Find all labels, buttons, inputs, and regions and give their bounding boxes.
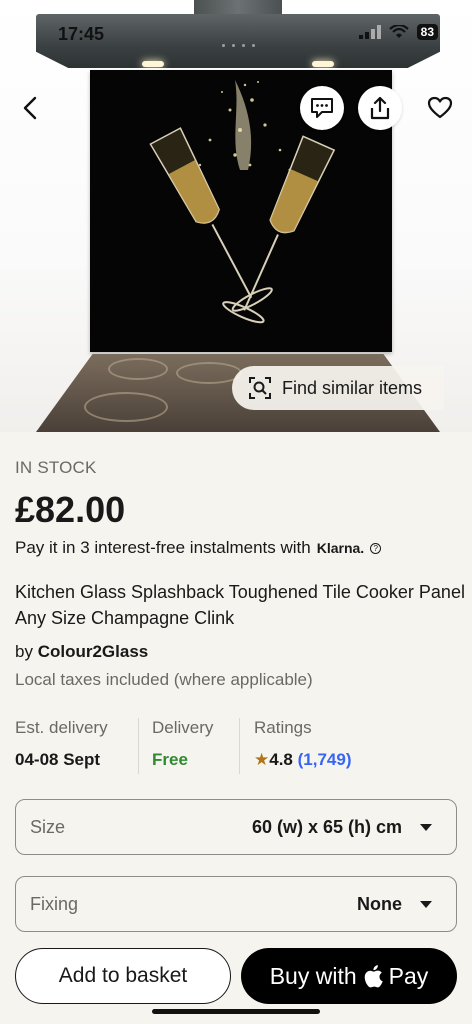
message-seller-button[interactable] [300, 86, 344, 130]
hood-light [312, 61, 334, 67]
fixing-select[interactable]: Fixing None [15, 876, 457, 932]
rating-score: 4.8 [269, 750, 293, 769]
find-similar-label: Find similar items [282, 377, 423, 398]
meta-divider [239, 718, 240, 774]
seller-name[interactable]: Colour2Glass [38, 642, 149, 661]
delivery-label: Delivery [152, 718, 214, 737]
hob-ring [108, 358, 168, 380]
find-similar-button[interactable]: Find similar items [232, 366, 444, 410]
question-icon[interactable]: ? [370, 542, 382, 554]
fixing-label: Fixing [30, 893, 79, 914]
size-select[interactable]: Size 60 (w) x 65 (h) cm [15, 799, 457, 855]
share-icon [370, 96, 390, 120]
size-label: Size [30, 816, 66, 837]
hood-light [142, 61, 164, 67]
estimated-delivery: Est. delivery 04-08 Sept [15, 718, 108, 770]
meta-divider [138, 718, 139, 774]
add-to-basket-button[interactable]: Add to basket [15, 948, 231, 1004]
home-indicator [152, 1009, 320, 1014]
caret-down-icon [420, 823, 432, 831]
estimated-delivery-value: 04-08 Sept [15, 750, 101, 769]
chat-icon [311, 98, 333, 118]
stock-status: IN STOCK [15, 458, 97, 477]
rating-count[interactable]: (1,749) [298, 750, 352, 769]
watchlist-button[interactable] [420, 88, 460, 128]
ratings[interactable]: Ratings ★4.8 (1,749) [254, 718, 352, 770]
buy-with-apple-pay-button[interactable]: Buy with Pay [241, 948, 457, 1004]
status-indicators: 83 [358, 24, 438, 40]
share-button[interactable] [358, 86, 402, 130]
star-icon: ★ [254, 750, 270, 769]
hood-dot [222, 44, 225, 47]
hood-dot [252, 44, 255, 47]
product-title: Kitchen Glass Splashback Toughened Tile … [15, 582, 465, 628]
back-button[interactable] [14, 88, 46, 128]
size-value: 60 (w) x 65 (h) cm [251, 816, 402, 837]
chevron-left-icon [23, 96, 37, 120]
seller[interactable]: by Colour2Glass [15, 642, 148, 662]
fixing-value: None [357, 893, 402, 914]
klarna-offer[interactable]: Pay it in 3 interest-free instalments wi… [15, 538, 382, 558]
taxes-note: Local taxes included (where applicable) [15, 670, 313, 689]
buy-with-label: Buy with [269, 962, 357, 989]
wifi-icon [388, 25, 409, 38]
klarna-text: Pay it in 3 interest-free instalments wi… [15, 538, 311, 557]
delivery-value: Free [152, 750, 188, 769]
battery-level: 83 [416, 24, 438, 40]
status-time: 17:45 [58, 24, 105, 44]
champagne-splashback-panel [90, 70, 392, 352]
klarna-logo: Klarna. [316, 540, 365, 556]
price: £82.00 [15, 489, 126, 530]
delivery-cost: Delivery Free [152, 718, 213, 770]
pay-label: Pay [388, 962, 429, 989]
ratings-value: ★4.8 (1,749) [254, 750, 352, 770]
cellular-signal-icon [358, 25, 381, 39]
estimated-delivery-label: Est. delivery [15, 718, 108, 737]
seller-prefix: by [15, 642, 33, 661]
ratings-label: Ratings [254, 718, 312, 737]
visual-search-icon [249, 377, 271, 399]
heart-icon [427, 96, 453, 119]
hood-dot [242, 44, 245, 47]
hood-dot [232, 44, 235, 47]
apple-logo-icon [364, 965, 383, 988]
caret-down-icon [420, 900, 432, 908]
hob-ring [84, 392, 168, 422]
